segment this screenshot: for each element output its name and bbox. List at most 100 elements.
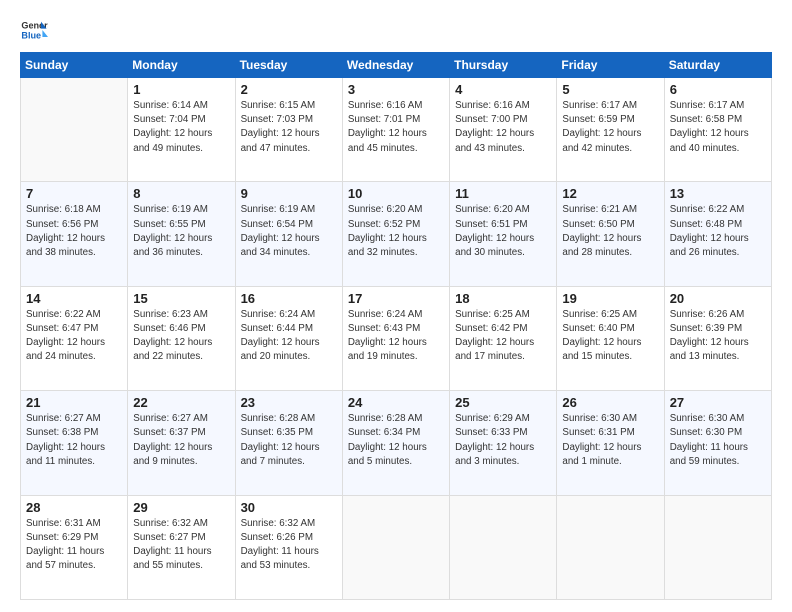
day-number: 17 (348, 291, 444, 306)
day-cell: 19Sunrise: 6:25 AM Sunset: 6:40 PM Dayli… (557, 286, 664, 390)
day-number: 14 (26, 291, 122, 306)
day-number: 4 (455, 82, 551, 97)
day-cell: 16Sunrise: 6:24 AM Sunset: 6:44 PM Dayli… (235, 286, 342, 390)
col-thursday: Thursday (450, 53, 557, 78)
day-detail: Sunrise: 6:21 AM Sunset: 6:50 PM Dayligh… (562, 203, 658, 260)
day-detail: Sunrise: 6:19 AM Sunset: 6:55 PM Dayligh… (133, 203, 229, 260)
day-number: 2 (241, 82, 337, 97)
week-row-2: 7 Sunrise: 6:18 AM Sunset: 6:56 PM Daylig… (21, 182, 772, 286)
day-number: 27 (670, 395, 766, 410)
day-cell (557, 495, 664, 599)
day-number: 21 (26, 395, 122, 410)
day-cell: 15 Sunrise: 6:23 AM Sunset: 6:46 PM Dayli… (128, 286, 235, 390)
col-sunday: Sunday (21, 53, 128, 78)
header-row: Sunday Monday Tuesday Wednesday Thursday… (21, 53, 772, 78)
day-detail: Sunrise: 6:27 AM Sunset: 6:37 PM Dayligh… (133, 412, 229, 469)
logo: General Blue (20, 16, 48, 44)
day-cell: 11 Sunrise: 6:20 AM Sunset: 6:51 PM Dayli… (450, 182, 557, 286)
day-cell: 27 Sunrise: 6:30 AM Sunset: 6:30 PM Dayli… (664, 391, 771, 495)
week-row-3: 14 Sunrise: 6:22 AM Sunset: 6:47 PM Dayli… (21, 286, 772, 390)
day-number: 20 (670, 291, 766, 306)
day-cell: 28 Sunrise: 6:31 AM Sunset: 6:29 PM Dayli… (21, 495, 128, 599)
day-number: 5 (562, 82, 658, 97)
day-detail: Sunrise: 6:16 AM Sunset: 7:00 PM Dayligh… (455, 99, 551, 156)
day-detail: Sunrise: 6:22 AM Sunset: 6:47 PM Dayligh… (26, 308, 122, 365)
day-detail: Sunrise: 6:29 AM Sunset: 6:33 PM Dayligh… (455, 412, 551, 469)
day-detail: Sunrise: 6:32 AM Sunset: 6:27 PM Dayligh… (133, 517, 229, 574)
day-number: 28 (26, 500, 122, 515)
day-number: 10 (348, 186, 444, 201)
day-detail: Sunrise: 6:32 AM Sunset: 6:26 PM Dayligh… (241, 517, 337, 574)
day-cell: 5 Sunrise: 6:17 AM Sunset: 6:59 PM Daylig… (557, 78, 664, 182)
day-cell (342, 495, 449, 599)
day-number: 22 (133, 395, 229, 410)
day-detail: Sunrise: 6:20 AM Sunset: 6:51 PM Dayligh… (455, 203, 551, 260)
day-cell (21, 78, 128, 182)
day-detail: Sunrise: 6:25 AM Sunset: 6:42 PM Dayligh… (455, 308, 551, 365)
day-cell: 3 Sunrise: 6:16 AM Sunset: 7:01 PM Daylig… (342, 78, 449, 182)
week-row-5: 28 Sunrise: 6:31 AM Sunset: 6:29 PM Dayli… (21, 495, 772, 599)
day-cell: 18Sunrise: 6:25 AM Sunset: 6:42 PM Dayli… (450, 286, 557, 390)
day-cell: 30 Sunrise: 6:32 AM Sunset: 6:26 PM Dayli… (235, 495, 342, 599)
day-cell: 14 Sunrise: 6:22 AM Sunset: 6:47 PM Dayli… (21, 286, 128, 390)
day-cell (664, 495, 771, 599)
day-number: 13 (670, 186, 766, 201)
day-detail: Sunrise: 6:24 AM Sunset: 6:43 PM Dayligh… (348, 308, 444, 365)
logo-icon: General Blue (20, 16, 48, 44)
day-number: 8 (133, 186, 229, 201)
day-number: 30 (241, 500, 337, 515)
day-detail: Sunrise: 6:31 AM Sunset: 6:29 PM Dayligh… (26, 517, 122, 574)
day-cell: 12 Sunrise: 6:21 AM Sunset: 6:50 PM Dayli… (557, 182, 664, 286)
day-cell: 13 Sunrise: 6:22 AM Sunset: 6:48 PM Dayli… (664, 182, 771, 286)
day-number: 24 (348, 395, 444, 410)
day-number: 7 (26, 186, 122, 201)
day-detail: Sunrise: 6:18 AM Sunset: 6:56 PM Dayligh… (26, 203, 122, 260)
day-detail: Sunrise: 6:23 AM Sunset: 6:46 PM Dayligh… (133, 308, 229, 365)
day-cell: 2 Sunrise: 6:15 AM Sunset: 7:03 PM Daylig… (235, 78, 342, 182)
day-number: 25 (455, 395, 551, 410)
day-cell (450, 495, 557, 599)
col-saturday: Saturday (664, 53, 771, 78)
day-cell: 10 Sunrise: 6:20 AM Sunset: 6:52 PM Dayli… (342, 182, 449, 286)
day-detail: Sunrise: 6:17 AM Sunset: 6:59 PM Dayligh… (562, 99, 658, 156)
day-detail: Sunrise: 6:28 AM Sunset: 6:35 PM Dayligh… (241, 412, 337, 469)
day-cell: 21 Sunrise: 6:27 AM Sunset: 6:38 PM Dayli… (21, 391, 128, 495)
day-number: 12 (562, 186, 658, 201)
day-cell: 17 Sunrise: 6:24 AM Sunset: 6:43 PM Dayli… (342, 286, 449, 390)
header: General Blue (20, 16, 772, 44)
day-cell: 9Sunrise: 6:19 AM Sunset: 6:54 PM Daylig… (235, 182, 342, 286)
day-detail: Sunrise: 6:27 AM Sunset: 6:38 PM Dayligh… (26, 412, 122, 469)
calendar-table: Sunday Monday Tuesday Wednesday Thursday… (20, 52, 772, 600)
day-detail: Sunrise: 6:22 AM Sunset: 6:48 PM Dayligh… (670, 203, 766, 260)
day-cell: 7 Sunrise: 6:18 AM Sunset: 6:56 PM Daylig… (21, 182, 128, 286)
day-detail: Sunrise: 6:25 AM Sunset: 6:40 PM Dayligh… (562, 308, 658, 365)
day-detail: Sunrise: 6:16 AM Sunset: 7:01 PM Dayligh… (348, 99, 444, 156)
day-number: 16 (241, 291, 337, 306)
day-number: 1 (133, 82, 229, 97)
day-number: 29 (133, 500, 229, 515)
page: General Blue Sunday Monday Tuesday Wedne… (0, 0, 792, 612)
day-cell: 1 Sunrise: 6:14 AM Sunset: 7:04 PM Daylig… (128, 78, 235, 182)
day-detail: Sunrise: 6:20 AM Sunset: 6:52 PM Dayligh… (348, 203, 444, 260)
col-monday: Monday (128, 53, 235, 78)
day-number: 11 (455, 186, 551, 201)
day-number: 15 (133, 291, 229, 306)
day-detail: Sunrise: 6:28 AM Sunset: 6:34 PM Dayligh… (348, 412, 444, 469)
day-cell: 26Sunrise: 6:30 AM Sunset: 6:31 PM Dayli… (557, 391, 664, 495)
day-cell: 23Sunrise: 6:28 AM Sunset: 6:35 PM Dayli… (235, 391, 342, 495)
week-row-1: 1 Sunrise: 6:14 AM Sunset: 7:04 PM Daylig… (21, 78, 772, 182)
col-friday: Friday (557, 53, 664, 78)
day-cell: 24 Sunrise: 6:28 AM Sunset: 6:34 PM Dayli… (342, 391, 449, 495)
day-number: 9 (241, 186, 337, 201)
day-number: 3 (348, 82, 444, 97)
day-cell: 20Sunrise: 6:26 AM Sunset: 6:39 PM Dayli… (664, 286, 771, 390)
day-cell: 25 Sunrise: 6:29 AM Sunset: 6:33 PM Dayli… (450, 391, 557, 495)
day-cell: 6Sunrise: 6:17 AM Sunset: 6:58 PM Daylig… (664, 78, 771, 182)
day-detail: Sunrise: 6:14 AM Sunset: 7:04 PM Dayligh… (133, 99, 229, 156)
day-detail: Sunrise: 6:30 AM Sunset: 6:31 PM Dayligh… (562, 412, 658, 469)
day-detail: Sunrise: 6:30 AM Sunset: 6:30 PM Dayligh… (670, 412, 766, 469)
day-detail: Sunrise: 6:15 AM Sunset: 7:03 PM Dayligh… (241, 99, 337, 156)
day-cell: 22 Sunrise: 6:27 AM Sunset: 6:37 PM Dayli… (128, 391, 235, 495)
day-detail: Sunrise: 6:17 AM Sunset: 6:58 PM Dayligh… (670, 99, 766, 156)
col-tuesday: Tuesday (235, 53, 342, 78)
